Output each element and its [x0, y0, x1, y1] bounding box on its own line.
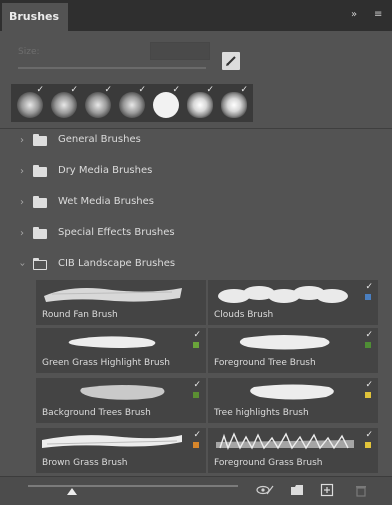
folder-icon [33, 165, 47, 177]
color-swatch [365, 392, 371, 398]
eye-icon[interactable] [256, 483, 274, 497]
group-special-effects-brushes[interactable]: › Special Effects Brushes [14, 219, 384, 249]
brush-name: Brown Grass Brush [42, 458, 128, 468]
size-slider[interactable] [18, 67, 206, 69]
check-icon: ✓ [206, 85, 214, 95]
color-swatch [193, 442, 199, 448]
recent-brush-6[interactable]: ✓ [185, 85, 215, 119]
trash-icon[interactable] [354, 483, 368, 497]
recent-brush-1[interactable]: ✓ [15, 85, 45, 119]
chevron-right-icon[interactable]: › [20, 197, 24, 208]
check-icon: ✓ [240, 85, 248, 95]
chevron-right-icon[interactable]: › [20, 166, 24, 177]
check-icon: ✓ [365, 380, 373, 390]
color-swatch [365, 294, 371, 300]
size-input[interactable] [150, 42, 210, 60]
brush-name: Background Trees Brush [42, 408, 151, 418]
chevron-right-icon[interactable]: › [20, 135, 24, 146]
check-icon: ✓ [104, 85, 112, 95]
check-icon: ✓ [193, 330, 201, 340]
brush-stroke-preview [68, 336, 156, 348]
check-icon: ✓ [193, 430, 201, 440]
color-swatch [365, 342, 371, 348]
brush-stroke-preview [250, 384, 334, 400]
group-wet-media-brushes[interactable]: › Wet Media Brushes [14, 188, 384, 218]
recent-brush-4[interactable]: ✓ [117, 85, 147, 119]
check-icon: ✓ [138, 85, 146, 95]
check-icon: ✓ [365, 330, 373, 340]
brush-tree-highlights[interactable]: ✓ Tree highlights Brush [208, 378, 378, 423]
brush-foreground-grass[interactable]: ✓ Foreground Grass Brush [208, 428, 378, 473]
brushes-panel: Brushes » ≡ Size: ✓ ✓ ✓ ✓ ✓ ✓ ✓ › Genera… [0, 0, 392, 505]
brush-clouds[interactable]: ✓ Clouds Brush [208, 280, 378, 325]
group-dry-media-brushes[interactable]: › Dry Media Brushes [14, 157, 384, 187]
slider-thumb[interactable] [67, 488, 77, 495]
folder-icon [33, 196, 47, 208]
brush-stroke-preview [239, 335, 330, 350]
size-label: Size: [18, 47, 40, 57]
folder-icon [33, 227, 47, 239]
folder-open-icon [32, 257, 47, 270]
brush-stroke-preview [44, 288, 182, 302]
brush-settings-button[interactable] [222, 52, 240, 70]
color-swatch [365, 442, 371, 448]
color-swatch [193, 342, 199, 348]
tab-brushes[interactable]: Brushes [2, 3, 68, 31]
group-label: Dry Media Brushes [58, 165, 153, 176]
recent-brush-2[interactable]: ✓ [49, 85, 79, 119]
brush-name: Foreground Tree Brush [214, 358, 316, 368]
recent-brush-7[interactable]: ✓ [219, 85, 249, 119]
check-icon: ✓ [70, 85, 78, 95]
group-general-brushes[interactable]: › General Brushes [14, 126, 384, 156]
brush-name: Foreground Grass Brush [214, 458, 323, 468]
brush-green-grass-highlight[interactable]: ✓ Green Grass Highlight Brush [36, 328, 206, 373]
brush-brown-grass[interactable]: ✓ Brown Grass Brush [36, 428, 206, 473]
recent-brush-5[interactable]: ✓ [151, 85, 181, 119]
chevron-right-icon[interactable]: › [20, 228, 24, 239]
brush-name: Green Grass Highlight Brush [42, 358, 171, 368]
pencil-icon [226, 56, 236, 66]
check-icon: ✓ [172, 85, 180, 95]
brush-name: Round Fan Brush [42, 310, 118, 320]
brush-stroke-preview [218, 286, 348, 303]
group-cib-landscape-brushes[interactable]: › CIB Landscape Brushes [14, 250, 384, 280]
color-swatch [193, 392, 199, 398]
check-icon: ✓ [36, 85, 44, 95]
preview-size-slider[interactable] [28, 485, 238, 487]
panel-footer [0, 476, 392, 505]
collapse-panel-icon[interactable]: » [351, 9, 357, 21]
folder-icon[interactable] [290, 483, 304, 497]
brush-name: Tree highlights Brush [214, 408, 309, 418]
brush-stroke-preview [80, 385, 165, 400]
recent-brush-3[interactable]: ✓ [83, 85, 113, 119]
brush-name: Clouds Brush [214, 310, 274, 320]
folder-icon [33, 134, 47, 146]
brush-stroke-preview [42, 435, 182, 448]
chevron-down-icon[interactable]: › [17, 263, 28, 267]
group-label: Special Effects Brushes [58, 227, 175, 238]
panel-menu-icon[interactable]: ≡ [374, 9, 382, 21]
group-label: General Brushes [58, 134, 141, 145]
group-label: Wet Media Brushes [58, 196, 154, 207]
new-brush-icon[interactable] [320, 483, 334, 497]
brush-background-trees[interactable]: ✓ Background Trees Brush [36, 378, 206, 423]
brush-foreground-tree[interactable]: ✓ Foreground Tree Brush [208, 328, 378, 373]
panel-tab-bar: Brushes » ≡ [0, 0, 392, 31]
brush-round-fan[interactable]: Round Fan Brush [36, 280, 206, 325]
group-label: CIB Landscape Brushes [58, 258, 176, 269]
recent-brushes: ✓ ✓ ✓ ✓ ✓ ✓ ✓ [11, 84, 253, 122]
check-icon: ✓ [365, 282, 373, 292]
check-icon: ✓ [193, 380, 201, 390]
brush-stroke-preview [216, 432, 354, 450]
check-icon: ✓ [365, 430, 373, 440]
